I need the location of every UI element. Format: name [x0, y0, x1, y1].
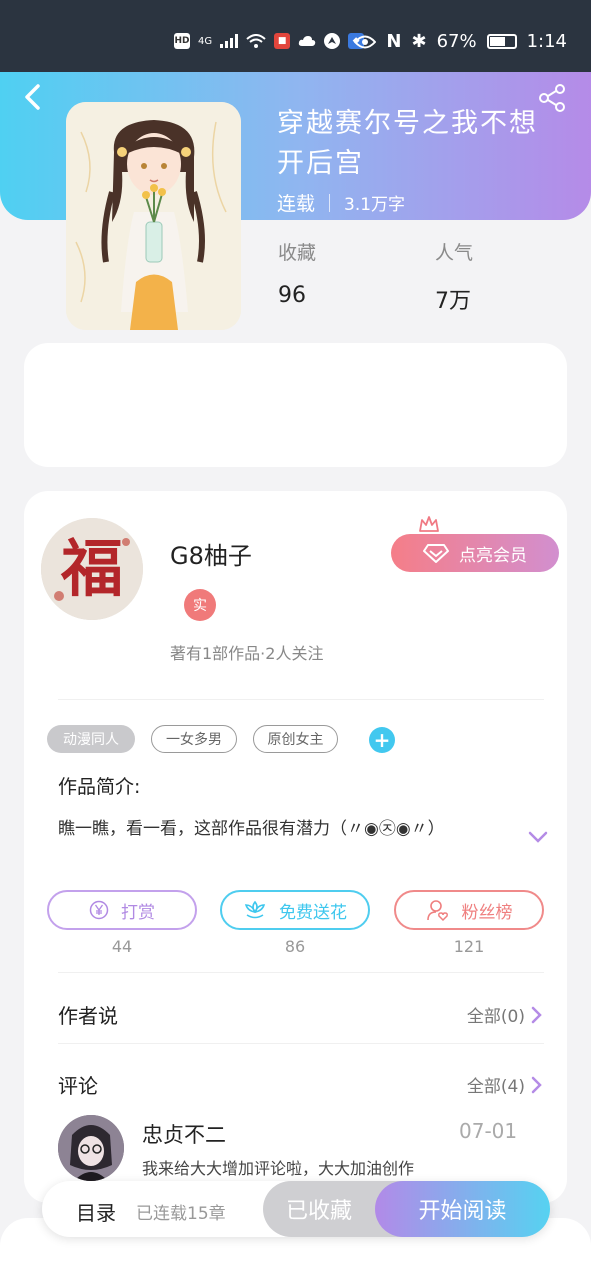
- commenter-avatar-image: [58, 1115, 124, 1181]
- tag-item[interactable]: 原创女主: [253, 725, 338, 753]
- book-status: 连载: [277, 193, 316, 215]
- author-avatar[interactable]: 福: [41, 518, 143, 620]
- eye-icon: [354, 35, 377, 48]
- chevron-right-icon: [531, 1006, 542, 1023]
- book-meta: 连载 3.1万字: [277, 189, 405, 216]
- nfc-icon: N: [386, 31, 402, 52]
- back-icon[interactable]: [18, 82, 48, 112]
- svg-text:福: 福: [60, 532, 123, 605]
- flower-icon: [244, 900, 266, 919]
- crown-icon: [419, 516, 439, 532]
- favorites-label: 收藏: [278, 242, 317, 264]
- meta-divider: [329, 193, 331, 212]
- divider: [58, 972, 544, 973]
- reward-button[interactable]: 打赏: [47, 890, 197, 930]
- start-reading-label: 开始阅读: [418, 1199, 507, 1224]
- popularity-label: 人气: [435, 242, 474, 264]
- cloud-icon: [298, 36, 316, 46]
- commenter-name[interactable]: 忠贞不二: [142, 1119, 226, 1149]
- comments-all-label: 全部(4): [466, 1077, 525, 1097]
- favorites-stat: 收藏 96: [278, 238, 316, 308]
- comment-date: 07-01: [459, 1119, 518, 1143]
- signal-icon: [220, 34, 239, 48]
- start-reading-button[interactable]: 开始阅读: [375, 1181, 550, 1237]
- favorites-value: 96: [278, 283, 306, 308]
- comment-text: 我来给大大增加评论啦，大大加油创作: [142, 1159, 415, 1178]
- divider: [58, 1043, 544, 1044]
- flower-label: 免费送花: [279, 902, 347, 923]
- divider: [58, 699, 544, 700]
- comments-title: 评论: [58, 1074, 98, 1098]
- cover-illustration: [66, 102, 241, 330]
- diamond-icon: [423, 544, 449, 563]
- book-cover[interactable]: [66, 102, 241, 330]
- battery-icon: [486, 34, 517, 49]
- popularity-stat: 人气 7万: [435, 238, 473, 315]
- tag-item[interactable]: 一女多男: [151, 725, 237, 753]
- flower-count: 86: [284, 937, 306, 956]
- author-says-title: 作者说: [58, 1004, 118, 1028]
- author-works-info: 著有1部作品·2人关注: [170, 644, 324, 663]
- add-tag-button[interactable]: +: [369, 727, 395, 753]
- comments-all-link[interactable]: 全部(4): [467, 1072, 543, 1097]
- hd-icon: HD: [174, 33, 190, 49]
- clock: 1:14: [526, 31, 567, 52]
- chevron-right-icon: [531, 1076, 542, 1093]
- verified-badge: 实: [184, 589, 216, 621]
- book-title: 穿越赛尔号之我不想开后宫: [277, 108, 538, 179]
- wifi-icon: [246, 34, 266, 48]
- chevron-down-icon[interactable]: [528, 830, 548, 844]
- author-name[interactable]: G8柚子: [170, 536, 252, 571]
- fans-count: 121: [453, 937, 485, 956]
- fans-label: 粉丝榜: [461, 902, 513, 923]
- popularity-value: 7万: [435, 289, 471, 314]
- location-app-icon: [324, 33, 341, 49]
- author-says-all-link[interactable]: 全部(0): [467, 1002, 543, 1027]
- app-notification-icon: ■: [274, 33, 291, 49]
- send-flower-button[interactable]: 免费送花: [220, 890, 370, 930]
- toc-button[interactable]: 目录: [76, 1197, 116, 1226]
- bluetooth-icon: ✱: [411, 31, 427, 52]
- commenter-avatar[interactable]: [58, 1115, 124, 1181]
- vip-button-label: 点亮会员: [459, 545, 527, 566]
- vip-button[interactable]: 点亮会员: [391, 534, 559, 572]
- intro-text: 瞧一瞧，看一看，这部作品很有潜力（〃◉㉨◉〃）: [58, 819, 445, 839]
- reward-label: 打赏: [121, 902, 155, 923]
- intro-label: 作品简介:: [58, 776, 141, 798]
- favorited-label: 已收藏: [285, 1199, 352, 1224]
- empty-card: [24, 343, 567, 467]
- fan-ranking-button[interactable]: 粉丝榜: [394, 890, 544, 930]
- network-type: 4G: [198, 35, 213, 47]
- word-count: 3.1万字: [344, 195, 406, 215]
- status-bar: HD 4G ■ ◆ N ✱ 67% 1:14: [0, 0, 591, 72]
- chapter-count: 已连载15章: [136, 1204, 226, 1224]
- battery-percent: 67%: [436, 31, 477, 52]
- author-says-all-label: 全部(0): [466, 1007, 525, 1027]
- user-heart-icon: [426, 900, 448, 922]
- reward-count: 44: [111, 937, 133, 956]
- yen-coin-icon: [89, 900, 109, 920]
- fu-character-image: 福: [41, 518, 143, 620]
- tag-item[interactable]: 动漫同人: [47, 725, 135, 753]
